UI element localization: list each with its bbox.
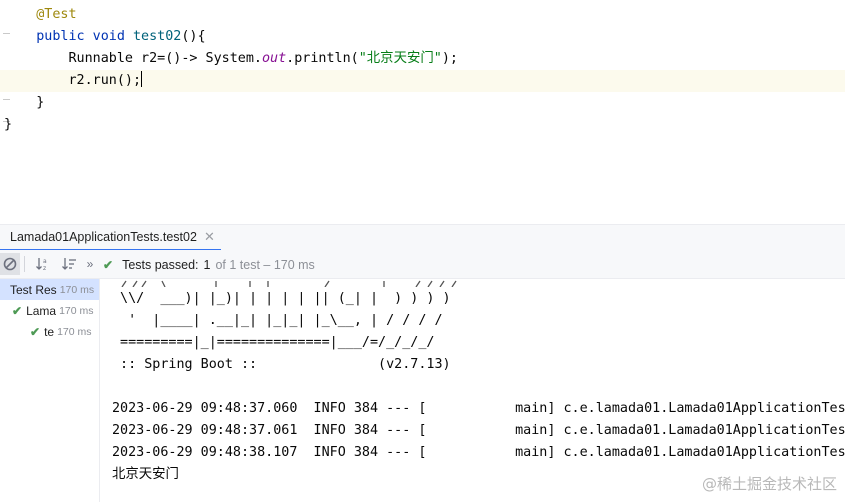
stop-icon[interactable]: [0, 253, 20, 275]
test-runner-toolbar: az » ✔ Tests passed: 1 of 1 test – 170 m…: [0, 250, 845, 279]
code-token: );: [441, 51, 458, 66]
tree-item-label: Lama: [26, 303, 57, 318]
code-line[interactable]: }: [0, 92, 845, 114]
log-line: 2023-06-29 09:48:38.107 INFO 384 --- [ m…: [112, 445, 845, 460]
run-tool-tabbar: Lamada01ApplicationTests.test02 ✕: [0, 224, 845, 251]
tree-item-label: Test Res: [10, 282, 57, 297]
code-token: Runnable r2=()-> System.: [68, 51, 262, 66]
code-line[interactable]: public void test02(){: [0, 26, 845, 48]
status-count: 1: [203, 257, 211, 272]
banner-line: \\/ ___)| |_)| | | | | || (_| | ) ) ) ): [112, 291, 451, 306]
code-token: }: [4, 117, 13, 132]
svg-text:a: a: [43, 258, 47, 265]
log-line: 2023-06-29 09:48:37.060 INFO 384 --- [ m…: [112, 401, 845, 416]
watermark: @稀土掘金技术社区: [701, 475, 837, 493]
code-line[interactable]: r2.run();: [0, 70, 845, 92]
code-token: .println(: [286, 51, 359, 66]
tree-item-test-method[interactable]: ✔ te 170 ms: [0, 321, 99, 342]
code-token: r2.run();: [68, 73, 142, 88]
code-token: @Test: [36, 7, 77, 22]
code-token: public void: [36, 29, 133, 44]
svg-text:z: z: [43, 265, 46, 272]
test-status: ✔ Tests passed: 1 of 1 test – 170 ms: [103, 250, 315, 279]
code-line[interactable]: Runnable r2=()-> System.out.println("北京天…: [0, 48, 845, 70]
check-icon: ✔: [103, 257, 114, 272]
tree-item-time: 170 ms: [59, 283, 95, 296]
sort-duration-icon[interactable]: [59, 254, 79, 274]
code-editor[interactable]: @Test public void test02(){ Runnable r2=…: [0, 0, 845, 224]
toolbar-divider: [24, 256, 25, 272]
banner-line: ' |____| .__|_| |_|_| |_\__, | / / / /: [112, 313, 443, 328]
banner-line: =========|_|==============|___/=/_/_/_/: [112, 335, 435, 350]
spring-boot-version-line: :: Spring Boot :: (v2.7.13): [112, 357, 451, 372]
tree-item-time: 170 ms: [57, 325, 92, 338]
run-tab[interactable]: Lamada01ApplicationTests.test02 ✕: [0, 225, 221, 251]
status-detail: of 1 test – 170 ms: [215, 257, 315, 272]
run-tab-title: Lamada01ApplicationTests.test02: [10, 230, 197, 244]
check-icon: ✔: [30, 324, 41, 339]
banner-cutoff-line: [121, 280, 457, 287]
tree-item-label: te: [44, 324, 55, 339]
code-token: }: [36, 95, 45, 110]
tree-item-test-results[interactable]: Test Res 170 ms: [0, 279, 99, 300]
more-chevron-icon[interactable]: »: [80, 254, 100, 274]
test-results-tree: Test Res 170 ms ✔ Lama 170 ms ✔ te 170 m…: [0, 279, 100, 502]
check-icon: ✔: [12, 303, 23, 318]
status-label: Tests passed:: [122, 257, 199, 272]
text-caret: [141, 71, 143, 87]
code-line[interactable]: }: [0, 114, 845, 136]
tree-item-test-class[interactable]: ✔ Lama 170 ms: [0, 300, 99, 321]
tree-item-time: 170 ms: [59, 304, 94, 317]
code-token: out: [261, 51, 287, 66]
code-token: test02: [133, 29, 182, 44]
program-output: 北京天安门: [112, 467, 179, 482]
log-line: 2023-06-29 09:48:37.061 INFO 384 --- [ m…: [112, 423, 845, 438]
code-token: (){: [181, 29, 206, 44]
code-line[interactable]: @Test: [0, 4, 845, 26]
console-output[interactable]: \\/ ___)| |_)| | | | | || (_| | ) ) ) ) …: [100, 279, 845, 502]
close-icon[interactable]: ✕: [204, 229, 215, 245]
code-token: "北京天安门": [358, 51, 442, 66]
sort-alpha-icon[interactable]: az: [33, 254, 53, 274]
